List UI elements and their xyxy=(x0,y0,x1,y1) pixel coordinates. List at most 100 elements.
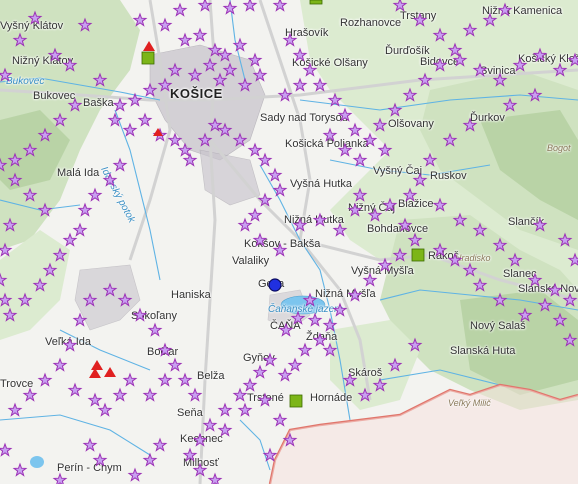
star-marker[interactable] xyxy=(113,158,127,171)
star-marker[interactable] xyxy=(348,288,362,301)
star-marker[interactable] xyxy=(133,308,147,321)
star-marker[interactable] xyxy=(298,343,312,356)
star-marker[interactable] xyxy=(88,393,102,406)
star-marker[interactable] xyxy=(433,28,447,41)
star-marker[interactable] xyxy=(23,188,37,201)
star-marker[interactable] xyxy=(18,293,32,306)
star-marker[interactable] xyxy=(168,358,182,371)
star-marker[interactable] xyxy=(173,3,187,16)
star-marker[interactable] xyxy=(78,203,92,216)
star-marker[interactable] xyxy=(168,63,182,76)
star-marker[interactable] xyxy=(0,158,7,171)
star-marker[interactable] xyxy=(533,218,547,231)
star-marker[interactable] xyxy=(373,118,387,131)
star-marker[interactable] xyxy=(223,63,237,76)
star-marker[interactable] xyxy=(23,388,37,401)
star-marker[interactable] xyxy=(88,188,102,201)
star-marker[interactable] xyxy=(388,103,402,116)
star-marker[interactable] xyxy=(43,263,57,276)
star-marker[interactable] xyxy=(263,448,277,461)
star-marker[interactable] xyxy=(518,308,532,321)
star-marker[interactable] xyxy=(188,68,202,81)
star-marker[interactable] xyxy=(258,153,272,166)
star-marker[interactable] xyxy=(38,128,52,141)
star-marker[interactable] xyxy=(333,223,347,236)
star-marker[interactable] xyxy=(83,293,97,306)
star-marker[interactable] xyxy=(273,243,287,256)
star-marker[interactable] xyxy=(108,113,122,126)
star-marker[interactable] xyxy=(393,248,407,261)
star-marker[interactable] xyxy=(168,133,182,146)
star-marker[interactable] xyxy=(3,218,17,231)
star-marker[interactable] xyxy=(8,153,22,166)
star-marker[interactable] xyxy=(348,123,362,136)
triangle-marker[interactable] xyxy=(104,367,116,377)
star-marker[interactable] xyxy=(323,128,337,141)
star-marker[interactable] xyxy=(103,283,117,296)
star-marker[interactable] xyxy=(413,173,427,186)
star-marker[interactable] xyxy=(533,48,547,61)
star-marker[interactable] xyxy=(313,333,327,346)
star-marker[interactable] xyxy=(83,438,97,451)
star-marker[interactable] xyxy=(288,358,302,371)
star-marker[interactable] xyxy=(453,53,467,66)
star-marker[interactable] xyxy=(73,223,87,236)
star-marker[interactable] xyxy=(238,218,252,231)
star-marker[interactable] xyxy=(63,58,77,71)
star-marker[interactable] xyxy=(563,293,577,306)
star-marker[interactable] xyxy=(378,258,392,271)
star-marker[interactable] xyxy=(218,48,232,61)
star-marker[interactable] xyxy=(408,338,422,351)
star-marker[interactable] xyxy=(253,365,267,378)
star-marker[interactable] xyxy=(53,358,67,371)
star-marker[interactable] xyxy=(343,373,357,386)
star-marker[interactable] xyxy=(273,183,287,196)
square-marker[interactable] xyxy=(309,0,323,5)
star-marker[interactable] xyxy=(258,193,272,206)
star-marker[interactable] xyxy=(233,133,247,146)
star-marker[interactable] xyxy=(103,173,117,186)
star-marker[interactable] xyxy=(253,68,267,81)
star-marker[interactable] xyxy=(279,323,293,336)
star-marker[interactable] xyxy=(423,153,437,166)
star-marker[interactable] xyxy=(418,73,432,86)
star-marker[interactable] xyxy=(63,233,77,246)
star-marker[interactable] xyxy=(218,403,232,416)
star-marker[interactable] xyxy=(313,78,327,91)
star-marker[interactable] xyxy=(38,373,52,386)
star-marker[interactable] xyxy=(493,73,507,86)
star-marker[interactable] xyxy=(248,208,262,221)
star-marker[interactable] xyxy=(528,273,542,286)
star-marker[interactable] xyxy=(78,18,92,31)
star-marker[interactable] xyxy=(198,0,212,11)
star-marker[interactable] xyxy=(153,438,167,451)
star-marker[interactable] xyxy=(403,188,417,201)
star-marker[interactable] xyxy=(68,98,82,111)
star-marker[interactable] xyxy=(0,443,12,456)
star-marker[interactable] xyxy=(98,403,112,416)
star-marker[interactable] xyxy=(548,283,562,296)
star-marker[interactable] xyxy=(13,463,27,476)
star-marker[interactable] xyxy=(503,98,517,111)
star-marker[interactable] xyxy=(291,311,305,324)
star-marker[interactable] xyxy=(143,83,157,96)
star-marker[interactable] xyxy=(233,388,247,401)
star-marker[interactable] xyxy=(453,213,467,226)
star-marker[interactable] xyxy=(443,133,457,146)
star-marker[interactable] xyxy=(303,293,317,306)
star-marker[interactable] xyxy=(243,0,257,11)
star-marker[interactable] xyxy=(188,388,202,401)
star-marker[interactable] xyxy=(258,393,272,406)
star-marker[interactable] xyxy=(293,48,307,61)
star-marker[interactable] xyxy=(448,253,462,266)
star-marker[interactable] xyxy=(178,373,192,386)
star-marker[interactable] xyxy=(123,123,137,136)
triangle-marker[interactable] xyxy=(91,360,103,370)
star-marker[interactable] xyxy=(323,318,337,331)
star-marker[interactable] xyxy=(473,63,487,76)
star-marker[interactable] xyxy=(328,93,342,106)
star-marker[interactable] xyxy=(138,113,152,126)
star-marker[interactable] xyxy=(248,53,262,66)
star-marker[interactable] xyxy=(53,248,67,261)
star-marker[interactable] xyxy=(363,133,377,146)
